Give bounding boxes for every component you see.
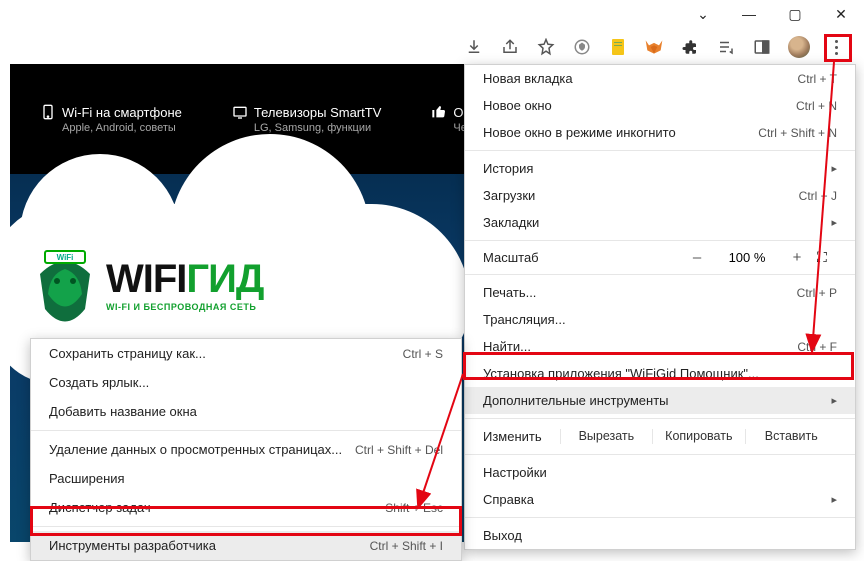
submenu-save-page[interactable]: Сохранить страницу как...Ctrl + S xyxy=(31,339,461,368)
zoom-percent: 100 % xyxy=(717,250,777,265)
submenu-extensions[interactable]: Расширения xyxy=(31,464,461,493)
avatar[interactable] xyxy=(788,36,810,58)
maximize-button[interactable]: ▢ xyxy=(772,0,818,28)
logo-tagline: WI-FI И БЕСПРОВОДНАЯ СЕТЬ xyxy=(106,302,263,312)
edit-cut[interactable]: Вырезать xyxy=(560,429,652,444)
menu-print[interactable]: Печать...Ctrl + P xyxy=(465,279,855,306)
menu-incognito[interactable]: Новое окно в режиме инкогнитоCtrl + Shif… xyxy=(465,119,855,146)
logo-text: WIFIГИД xyxy=(106,257,263,302)
thumb-icon xyxy=(431,104,447,120)
menu-new-window[interactable]: Новое окноCtrl + N xyxy=(465,92,855,119)
edit-paste[interactable]: Вставить xyxy=(745,429,837,444)
chrome-main-menu: Новая вкладкаCtrl + T Новое окноCtrl + N… xyxy=(464,64,856,550)
music-icon[interactable] xyxy=(716,37,736,57)
puzzle-icon[interactable] xyxy=(680,37,700,57)
separator xyxy=(465,517,855,518)
submenu-name-window[interactable]: Добавить название окна xyxy=(31,397,461,426)
callout-more-tools xyxy=(463,352,854,380)
separator xyxy=(465,240,855,241)
panel-icon[interactable] xyxy=(752,37,772,57)
menu-settings[interactable]: Настройки xyxy=(465,459,855,486)
menu-more-tools[interactable]: Дополнительные инструменты xyxy=(465,387,855,414)
phone-icon xyxy=(40,104,56,120)
minimize-button[interactable]: — xyxy=(726,0,772,28)
download-icon[interactable] xyxy=(464,37,484,57)
edit-label: Изменить xyxy=(483,429,542,444)
menu-downloads[interactable]: ЗагрузкиCtrl + J xyxy=(465,182,855,209)
nav-subtitle: Apple, Android, советы xyxy=(62,122,182,134)
note-icon[interactable] xyxy=(608,37,628,57)
zoom-out-button[interactable]: – xyxy=(677,249,717,266)
menu-bookmarks[interactable]: Закладки xyxy=(465,209,855,236)
separator xyxy=(465,418,855,419)
callout-dev-tools xyxy=(30,506,462,536)
separator xyxy=(465,454,855,455)
menu-help[interactable]: Справка xyxy=(465,486,855,513)
fullscreen-button[interactable]: ⛶ xyxy=(817,249,837,266)
nav-item-tv[interactable]: Телевизоры SmartTV LG, Samsung, функции xyxy=(232,104,382,134)
separator xyxy=(465,274,855,275)
window-controls: ⌄ — ▢ ✕ xyxy=(680,0,864,28)
toolbar xyxy=(464,36,846,58)
menu-edit-row: Изменить Вырезать Копировать Вставить xyxy=(465,423,855,450)
fox-icon[interactable] xyxy=(644,37,664,57)
star-icon[interactable] xyxy=(536,37,556,57)
menu-new-tab[interactable]: Новая вкладкаCtrl + T xyxy=(465,65,855,92)
nav-title: Телевизоры SmartTV xyxy=(254,105,382,120)
site-logo[interactable]: WiFi WIFIГИД WI-FI И БЕСПРОВОДНАЯ СЕТЬ xyxy=(30,239,263,329)
edit-copy[interactable]: Копировать xyxy=(652,429,744,444)
submenu-clear-data[interactable]: Удаление данных о просмотренных страница… xyxy=(31,435,461,464)
logo-mascot-icon: WiFi xyxy=(30,239,100,329)
separator xyxy=(465,150,855,151)
zoom-in-button[interactable]: + xyxy=(777,249,817,266)
menu-exit[interactable]: Выход xyxy=(465,522,855,549)
close-button[interactable]: ✕ xyxy=(818,0,864,28)
share-icon[interactable] xyxy=(500,37,520,57)
tv-icon xyxy=(232,104,248,120)
menu-history[interactable]: История xyxy=(465,155,855,182)
nav-subtitle: LG, Samsung, функции xyxy=(254,122,382,134)
svg-text:WiFi: WiFi xyxy=(57,253,74,262)
nav-title: Wi-Fi на смартфоне xyxy=(62,105,182,120)
nav-item-wifi-phone[interactable]: Wi-Fi на смартфоне Apple, Android, совет… xyxy=(40,104,182,134)
zoom-label: Масштаб xyxy=(483,250,677,265)
separator xyxy=(31,430,461,431)
callout-kebab xyxy=(824,34,852,62)
menu-zoom: Масштаб – 100 % + ⛶ xyxy=(465,245,855,270)
menu-cast[interactable]: Трансляция... xyxy=(465,306,855,333)
submenu-create-shortcut[interactable]: Создать ярлык... xyxy=(31,368,461,397)
shield-icon[interactable] xyxy=(572,37,592,57)
dropdown-caret[interactable]: ⌄ xyxy=(680,0,726,28)
